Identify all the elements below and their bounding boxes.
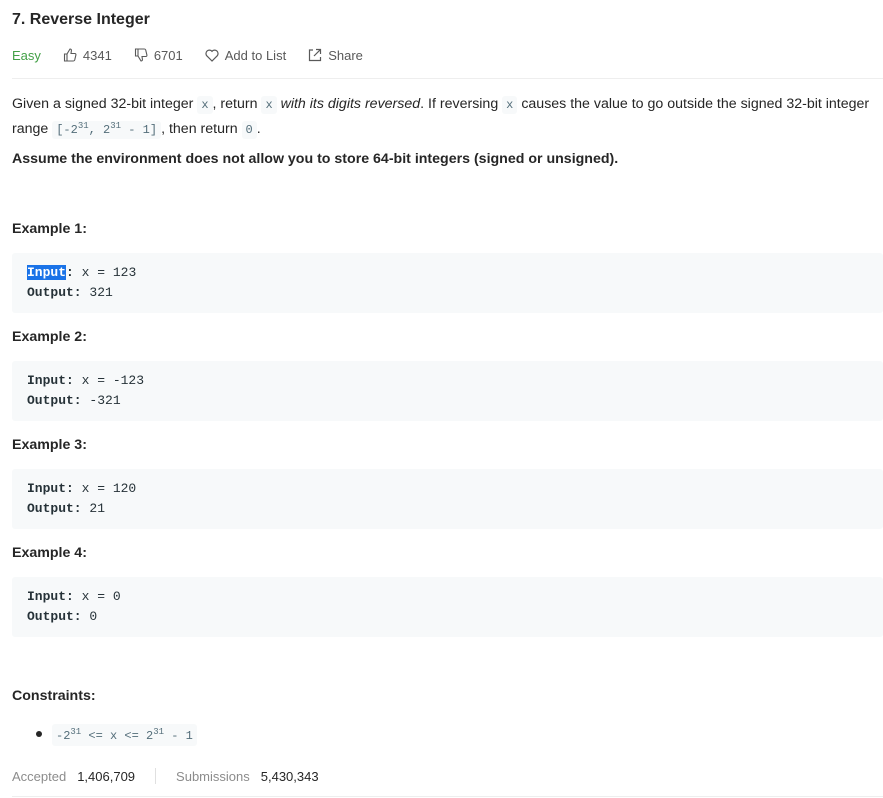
example-block: Input: x = 123 Output: 321 bbox=[12, 253, 883, 313]
example-input: Input: x = -123 bbox=[27, 373, 144, 388]
inline-code: x bbox=[502, 96, 518, 114]
assumption-note: Assume the environment does not allow yo… bbox=[12, 151, 619, 167]
output-label: Output: bbox=[27, 393, 82, 408]
constraints-title: Constraints: bbox=[12, 688, 96, 704]
constraint-part: - 1 bbox=[164, 729, 193, 743]
input-label: Input: bbox=[27, 373, 74, 388]
thumbs-up-icon bbox=[63, 48, 77, 62]
like-count: 4341 bbox=[82, 47, 112, 63]
constraint-exp: 31 bbox=[153, 727, 165, 737]
input-value: x = 123 bbox=[81, 265, 137, 280]
constraint-exp: 31 bbox=[70, 727, 82, 737]
example-title: Example 4: bbox=[12, 545, 87, 561]
input-label: Input: bbox=[27, 589, 74, 604]
constraint-part: <= x <= 2 bbox=[81, 729, 154, 743]
submissions-label: Submissions bbox=[176, 768, 250, 784]
constraint-code: -231 <= x <= 231 - 1 bbox=[52, 724, 197, 746]
desc-text: . If reversing bbox=[420, 96, 503, 112]
dislike-button[interactable]: 6701 bbox=[134, 48, 183, 63]
add-to-list-button[interactable]: Add to List bbox=[205, 48, 286, 63]
heart-icon bbox=[205, 49, 219, 62]
example-title: Example 2: bbox=[12, 329, 87, 345]
problem-description: Given a signed 32-bit integer x, return … bbox=[12, 94, 882, 141]
inline-code: x bbox=[261, 96, 277, 114]
constraint-part: -2 bbox=[56, 729, 71, 743]
example-title: Example 3: bbox=[12, 437, 87, 453]
dislike-count: 6701 bbox=[153, 47, 183, 63]
input-value: x = 120 bbox=[81, 481, 137, 496]
stats-divider bbox=[155, 768, 157, 784]
input-value: x = 0 bbox=[81, 589, 121, 604]
desc-text: , return bbox=[212, 96, 262, 112]
example-input: Input: x = 0 bbox=[27, 589, 121, 604]
example-output: Output: 21 bbox=[27, 501, 105, 516]
range-open: [-2 bbox=[56, 123, 78, 137]
range-code: [-231, 231 - 1] bbox=[52, 121, 162, 139]
like-button[interactable]: 4341 bbox=[63, 48, 112, 63]
output-value: 21 bbox=[89, 501, 106, 516]
desc-text: Given a signed 32-bit integer bbox=[12, 96, 198, 112]
input-value: x = -123 bbox=[81, 373, 145, 388]
share-label: Share bbox=[328, 47, 363, 63]
output-value: -321 bbox=[89, 393, 121, 408]
problem-title: 7. Reverse Integer bbox=[12, 11, 150, 28]
accepted-label: Accepted bbox=[12, 768, 67, 784]
divider bbox=[12, 78, 883, 79]
output-value: 0 bbox=[89, 609, 98, 624]
difficulty-badge: Easy bbox=[12, 47, 41, 63]
inline-code: 0 bbox=[241, 121, 257, 139]
input-label: Input bbox=[27, 265, 67, 280]
example-title: Example 1: bbox=[12, 221, 87, 237]
desc-text: . bbox=[256, 121, 261, 137]
submissions-value: 5,430,343 bbox=[260, 768, 319, 784]
inline-code: x bbox=[197, 96, 213, 114]
example-input: Input: x = 123 bbox=[27, 265, 137, 280]
range-mid: , 2 bbox=[88, 123, 111, 137]
range-close: - 1] bbox=[121, 123, 158, 137]
output-label: Output: bbox=[27, 609, 82, 624]
output-label: Output: bbox=[27, 501, 82, 516]
thumbs-down-icon bbox=[134, 48, 148, 62]
desc-emphasis: with its digits reversed bbox=[280, 96, 421, 112]
problem-meta: Easy 4341 6701 Add to List Share bbox=[12, 46, 385, 64]
divider bbox=[12, 796, 883, 797]
output-value: 321 bbox=[89, 285, 113, 300]
desc-text: , then return bbox=[161, 121, 242, 137]
example-block: Input: x = 120 Output: 21 bbox=[12, 469, 883, 529]
example-block: Input: x = -123 Output: -321 bbox=[12, 361, 883, 421]
output-label: Output: bbox=[27, 285, 82, 300]
example-output: Output: 321 bbox=[27, 285, 113, 300]
accepted-value: 1,406,709 bbox=[77, 768, 136, 784]
example-block: Input: x = 0 Output: 0 bbox=[12, 577, 883, 637]
example-output: Output: -321 bbox=[27, 393, 121, 408]
share-button[interactable]: Share bbox=[308, 48, 363, 63]
example-output: Output: 0 bbox=[27, 609, 97, 624]
range-exp: 31 bbox=[77, 121, 89, 131]
example-input: Input: x = 120 bbox=[27, 481, 136, 496]
bullet-dot bbox=[36, 731, 42, 737]
add-to-list-label: Add to List bbox=[224, 47, 287, 63]
submission-stats: Accepted 1,406,709 Submissions 5,430,343 bbox=[12, 768, 319, 784]
range-exp: 31 bbox=[110, 121, 122, 131]
input-label: Input: bbox=[27, 481, 74, 496]
share-icon bbox=[309, 48, 322, 62]
